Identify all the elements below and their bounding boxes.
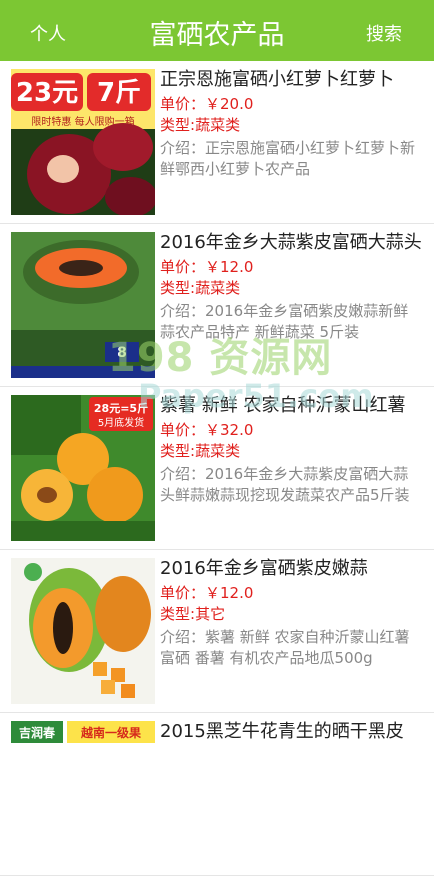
category-label: 类型: — [160, 116, 196, 134]
product-price: 单价：￥12.0 — [160, 583, 422, 604]
price-label: 单价： — [160, 421, 206, 439]
product-category: 类型:蔬菜类 — [160, 278, 422, 299]
product-image-partial: 吉润春 越南一级果 — [11, 721, 155, 867]
product-image-papaya: 8 — [11, 232, 155, 378]
price-value: ￥12.0 — [205, 258, 254, 276]
price-value: ￥20.0 — [205, 95, 254, 113]
badge-qty-text: 7斤 — [97, 78, 141, 108]
product-category: 类型:其它 — [160, 604, 422, 625]
desc-label: 介绍： — [160, 465, 206, 483]
product-image-papaya-slices — [11, 558, 155, 704]
category-label: 类型: — [160, 605, 196, 623]
search-button[interactable]: 搜索 — [366, 20, 402, 46]
product-price: 单价：￥20.0 — [160, 94, 422, 115]
price-label: 单价： — [160, 95, 206, 113]
product-price: 单价：￥12.0 — [160, 257, 422, 278]
product-item[interactable]: 28元=5斤 5月底发货 紫薯 新鲜 农家自种沂蒙山红薯 单价：￥32.0 类型… — [0, 387, 434, 550]
desc-label: 介绍： — [160, 302, 206, 320]
product-image-apricot: 28元=5斤 5月底发货 — [11, 395, 155, 541]
category-value: 其它 — [195, 605, 226, 623]
product-description: 介绍：正宗恩施富硒小红萝卜红萝卜新鲜鄂西小红萝卜农产品 — [160, 138, 422, 180]
promo-sub-text: 5月底发货 — [98, 416, 144, 429]
category-label: 类型: — [160, 442, 196, 460]
slogan-text: 越南一级果 — [80, 725, 141, 740]
product-category: 类型:蔬菜类 — [160, 115, 422, 136]
product-description: 介绍：紫薯 新鲜 农家自种沂蒙山红薯 富硒 番薯 有机农产品地瓜500g — [160, 627, 422, 669]
badge-price-text: 23元 — [16, 78, 78, 108]
product-list: 23元 7斤 限时特惠 每人限购一箱 正宗恩施富硒小红萝卜红萝卜 单价：￥20.… — [0, 61, 434, 876]
price-value: ￥12.0 — [205, 584, 254, 602]
promo-text: 28元=5斤 — [94, 401, 148, 415]
product-description: 介绍：2016年金乡大蒜紫皮富硒大蒜头鲜蒜嫩蒜现挖现发蔬菜农产品5斤装 — [160, 464, 422, 506]
product-name: 2015黑芝牛花青生的晒干黑皮 — [160, 721, 404, 742]
product-item[interactable]: 23元 7斤 限时特惠 每人限购一箱 正宗恩施富硒小红萝卜红萝卜 单价：￥20.… — [0, 61, 434, 224]
price-label: 单价： — [160, 584, 206, 602]
price-value: ￥32.0 — [205, 421, 254, 439]
category-label: 类型: — [160, 279, 196, 297]
category-value: 蔬菜类 — [195, 279, 241, 297]
desc-label: 介绍： — [160, 628, 206, 646]
price-label: 单价： — [160, 258, 206, 276]
product-item[interactable]: 吉润春 越南一级果 2015黑芝牛花青生的晒干黑皮 — [0, 713, 434, 876]
product-name: 紫薯 新鲜 农家自种沂蒙山红薯 — [160, 395, 406, 416]
product-category: 类型:蔬菜类 — [160, 441, 422, 462]
product-item[interactable]: 2016年金乡富硒紫皮嫩蒜 单价：￥12.0 类型:其它 介绍：紫薯 新鲜 农家… — [0, 550, 434, 713]
product-name: 2016年金乡富硒紫皮嫩蒜 — [160, 558, 368, 579]
app-header: 个人 富硒农产品 搜索 — [0, 0, 434, 61]
category-value: 蔬菜类 — [195, 116, 241, 134]
product-description: 介绍：2016年金乡富硒紫皮嫩蒜新鲜蒜农产品特产 新鲜蔬菜 5斤装 — [160, 301, 422, 343]
category-value: 蔬菜类 — [195, 442, 241, 460]
product-name: 正宗恩施富硒小红萝卜红萝卜 — [160, 69, 394, 90]
product-image-bayberry: 23元 7斤 限时特惠 每人限购一箱 — [11, 69, 155, 215]
product-item[interactable]: 8 2016年金乡大蒜紫皮富硒大蒜头 单价：￥12.0 类型:蔬菜类 介绍：20… — [0, 224, 434, 387]
desc-label: 介绍： — [160, 139, 206, 157]
brand-text: 吉润春 — [19, 725, 56, 740]
product-price: 单价：￥32.0 — [160, 420, 422, 441]
image-tag-text: 8 — [117, 345, 127, 361]
product-name: 2016年金乡大蒜紫皮富硒大蒜头 — [160, 232, 422, 253]
